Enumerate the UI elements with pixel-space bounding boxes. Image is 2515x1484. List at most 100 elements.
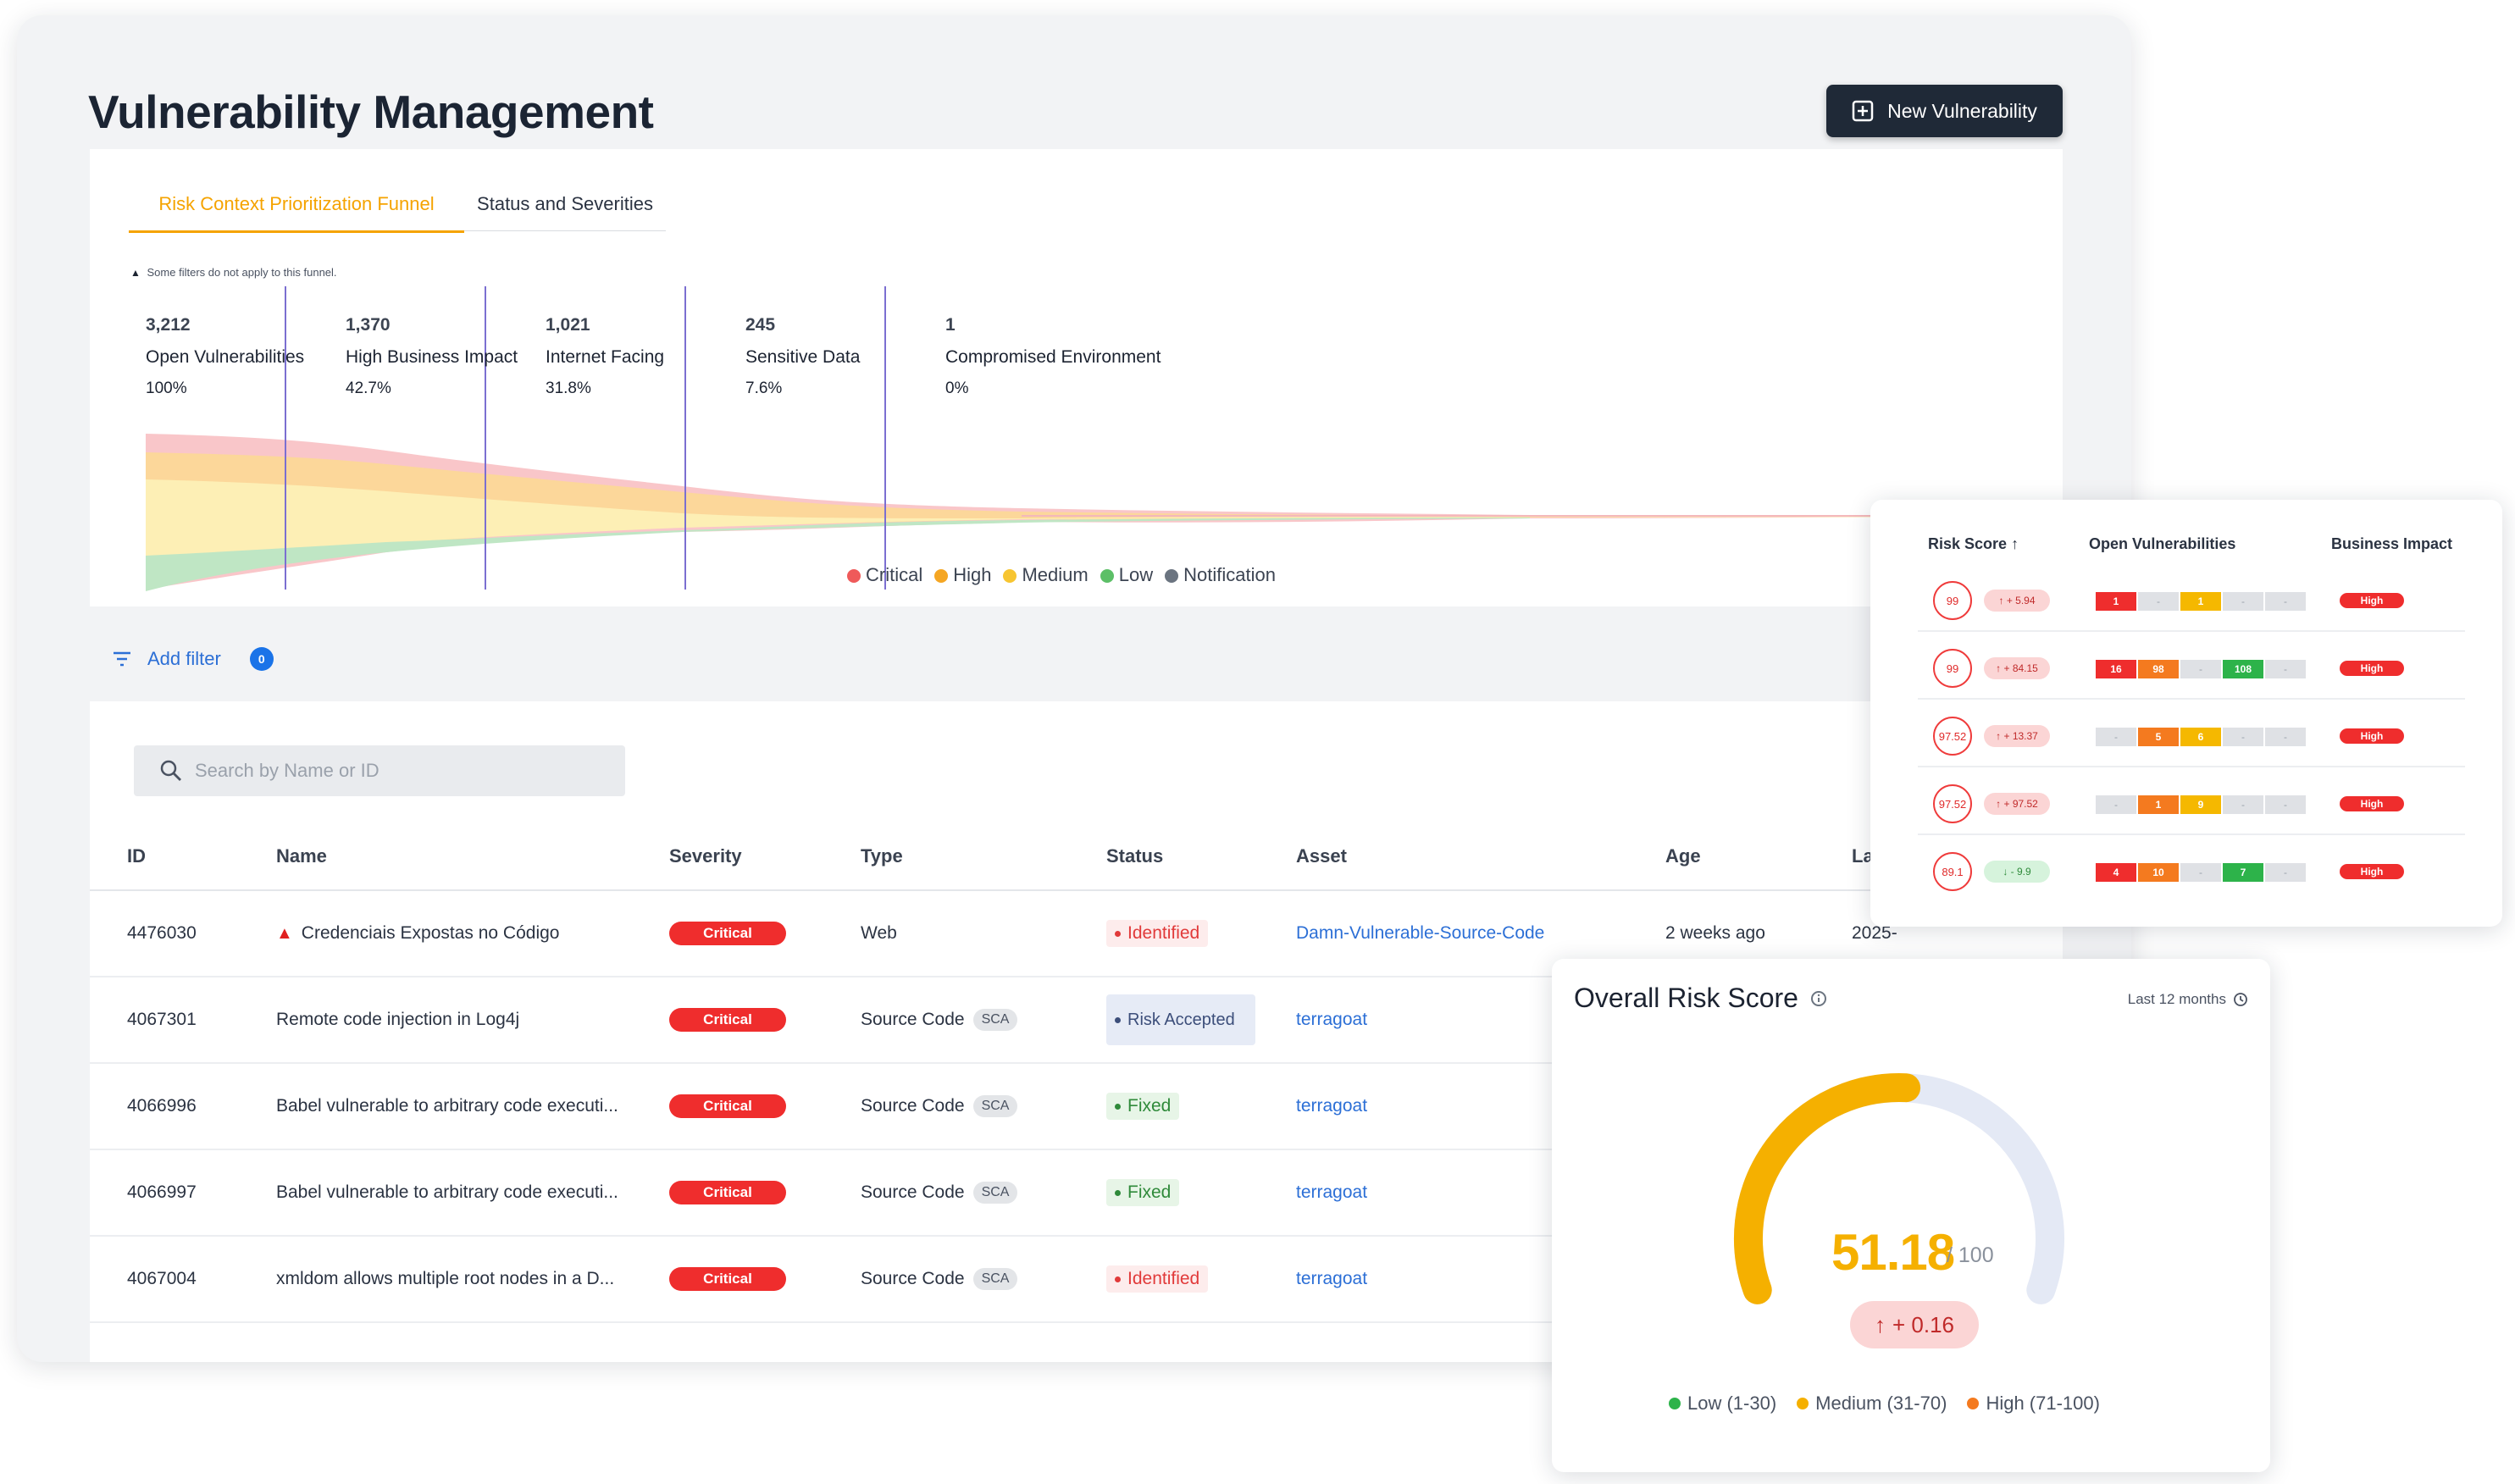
risk-delta-pill: ↑ + 5.94 [1984,590,2050,612]
add-box-icon [1852,100,1874,122]
cell-status: Identified [1106,891,1209,976]
column-header-id[interactable]: ID [127,845,146,867]
sca-tag: SCA [972,1095,1018,1117]
column-header-business-impact[interactable]: Business Impact [2331,535,2452,553]
legend-label: Medium (31-70) [1815,1393,1947,1414]
segment-notification: - [2265,863,2306,882]
warning-icon: ▲ [276,923,293,943]
legend-item[interactable]: Low [1100,564,1153,586]
risk-delta-value: - 9.9 [2010,866,2031,878]
overall-risk-score-card: Overall Risk Score Last 12 months 51.18 … [1552,959,2270,1472]
legend-item[interactable]: Medium [1003,564,1089,586]
legend-dot [1100,569,1114,583]
funnel-stage[interactable]: 1,370 High Business Impact 42.7% [346,315,518,398]
risk-score-circle: 97.52 [1933,717,1972,756]
overall-score-value: 51.18 [1831,1224,1955,1281]
asset-link[interactable]: terragoat [1296,1237,1367,1321]
risk-row[interactable]: 99 ↑ + 84.15 16 98 - 108 - High [1918,632,2465,700]
legend-item: Low (1-30) [1669,1393,1776,1415]
legend-dot [1967,1398,1980,1409]
risk-row[interactable]: 99 ↑ + 5.94 1 - 1 - - High [1918,564,2465,632]
asset-link[interactable]: Damn-Vulnerable-Source-Code [1296,891,1544,976]
status-badge: Identified [1106,1265,1209,1293]
funnel-legend: Critical High Medium Low Notification [847,564,1276,586]
cell-type: Source Code SCA [861,1150,1018,1235]
risk-row[interactable]: 97.52 ↑ + 97.52 - 1 9 - - High [1918,767,2465,835]
search-box [134,745,625,796]
status-label: Fixed [1127,1096,1172,1116]
legend-label: Medium [1022,564,1089,585]
asset-link[interactable]: terragoat [1296,977,1367,1062]
page-title: Vulnerability Management [88,86,654,138]
arrow-up-icon: ↑ [1874,1311,1886,1337]
cell-severity: Critical [669,1150,786,1235]
risk-row[interactable]: 97.52 ↑ + 13.37 - 5 6 - - High [1918,700,2465,767]
overall-legend: Low (1-30) Medium (31-70) High (71-100) [1669,1393,2100,1415]
status-dot [1115,930,1121,937]
asset-link[interactable]: terragoat [1296,1150,1367,1235]
funnel-stage[interactable]: 1 Compromised Environment 0% [945,315,1161,398]
status-label: Fixed [1127,1182,1172,1202]
risk-score-circle: 89.1 [1933,852,1972,891]
legend-item[interactable]: Critical [847,564,922,586]
column-header-status[interactable]: Status [1106,845,1163,867]
new-vulnerability-label: New Vulnerability [1887,99,2037,122]
column-header-type[interactable]: Type [861,845,903,867]
stage-label: Open Vulnerabilities [146,347,305,367]
status-dot [1115,1189,1121,1196]
severity-badge: Critical [669,922,786,945]
severity-distribution-bar: - 5 6 - - [2096,728,2306,746]
stage-label: Internet Facing [546,347,665,367]
column-header-severity[interactable]: Severity [669,845,742,867]
add-filter-button[interactable]: Add filter 0 [112,647,274,671]
business-impact-badge: High [2340,661,2404,676]
risk-delta-value: + 13.37 [2003,730,2038,742]
new-vulnerability-button[interactable]: New Vulnerability [1826,85,2063,137]
legend-label: Low (1-30) [1687,1393,1777,1414]
column-header-open-vulnerabilities[interactable]: Open Vulnerabilities [2089,535,2235,553]
risk-score-header-label: Risk Score [1928,535,2008,552]
column-header-asset[interactable]: Asset [1296,845,1347,867]
funnel-stage[interactable]: 3,212 Open Vulnerabilities 100% [146,315,304,398]
sca-tag: SCA [972,1268,1018,1290]
column-header-name[interactable]: Name [276,845,327,867]
legend-dot [1669,1398,1681,1409]
risk-delta-pill: ↓ - 9.9 [1984,861,2050,883]
segment-low: 7 [2223,863,2263,882]
cell-severity: Critical [669,977,786,1062]
legend-item[interactable]: High [934,564,991,586]
overall-score-delta: ↑ + 0.16 [1850,1301,1979,1348]
segment-notification: - [2265,795,2306,814]
search-icon [160,760,181,781]
segment-high: 1 [2138,795,2179,814]
funnel-stage[interactable]: 245 Sensitive Data 7.6% [745,315,860,398]
cell-name: Babel vulnerable to arbitrary code execu… [276,1182,618,1202]
segment-medium: 6 [2180,728,2221,746]
arrow-up-icon: ↑ [1996,730,2004,742]
arrow-up-icon: ↑ [1996,662,2004,674]
segment-low: - [2223,795,2263,814]
severity-distribution-bar: 1 - 1 - - [2096,592,2306,611]
overall-delta-value: + 0.16 [1892,1311,1954,1337]
segment-critical: 1 [2096,592,2136,611]
asset-link[interactable]: terragoat [1296,1064,1367,1149]
legend-label: Critical [866,564,923,585]
severity-badge: Critical [669,1008,786,1032]
segment-high: 5 [2138,728,2179,746]
arrow-up-icon: ↑ [1996,798,2004,810]
stage-label: Compromised Environment [945,347,1161,367]
status-badge: Fixed [1106,1093,1180,1120]
legend-label: Notification [1183,564,1276,585]
legend-dot [1797,1398,1809,1409]
risk-row[interactable]: 89.1 ↓ - 9.9 4 10 - 7 - High [1918,835,2465,903]
segment-medium: 9 [2180,795,2221,814]
funnel-stage[interactable]: 1,021 Internet Facing 31.8% [546,315,664,398]
column-header-risk-score[interactable]: Risk Score ↑ [1928,535,2019,553]
column-header-age[interactable]: Age [1665,845,1701,867]
risk-score-circle: 99 [1933,649,1972,688]
legend-label: High (71-100) [1986,1393,2100,1414]
search-input[interactable] [195,760,601,782]
legend-dot [934,569,949,583]
overall-score-max: / 100 [1947,1243,1994,1267]
legend-item[interactable]: Notification [1165,564,1276,586]
